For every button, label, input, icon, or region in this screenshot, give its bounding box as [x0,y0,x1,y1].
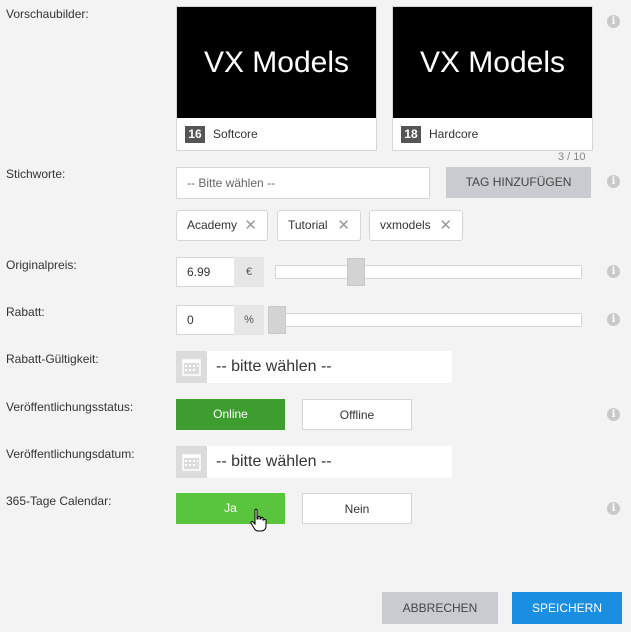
publish-date-label: Veröffentlichungsdatum: [6,447,135,461]
discount-validity-datepicker[interactable]: -- bitte wählen -- [176,351,452,383]
discount-label: Rabatt: [6,305,45,319]
rating-badge: 16 [185,126,205,143]
tag-label: Academy [187,218,238,232]
preview-label: Vorschaubilder: [6,7,89,21]
info-icon[interactable]: i [607,502,620,515]
close-icon[interactable]: ✕ [439,211,452,240]
calendar-icon[interactable] [176,446,207,478]
preview-image: VX Models [393,7,592,118]
calendar-icon[interactable] [176,351,207,383]
tag-label: vxmodels [380,218,431,232]
discount-slider[interactable] [275,313,582,327]
preview-card-softcore[interactable]: VX Models 16 Softcore [176,6,377,151]
hand-cursor-icon [250,508,268,539]
tag-chip: Academy ✕ [176,210,268,241]
info-icon[interactable]: i [607,408,620,421]
preview-image: VX Models [177,7,376,118]
percent-addon: % [234,305,264,335]
add-tag-button[interactable]: TAG HINZUFÜGEN [446,167,591,198]
close-icon[interactable]: ✕ [244,211,257,240]
info-icon[interactable]: i [607,313,620,326]
nein-toggle[interactable]: Nein [302,493,412,524]
discount-slider-handle[interactable] [268,306,286,334]
date-placeholder: -- bitte wählen -- [216,358,332,375]
ja-toggle[interactable]: Ja [176,493,285,524]
keyword-select[interactable]: -- Bitte wählen -- [176,167,430,199]
info-icon[interactable]: i [607,175,620,188]
discount-validity-label: Rabatt-Gültigkeit: [6,352,99,366]
publish-status-label: Veröffentlichungsstatus: [6,400,134,414]
rating-badge: 18 [401,126,421,143]
calendar-label: 365-Tage Calendar: [6,494,112,508]
price-input[interactable]: 6.99 [176,257,234,287]
tag-counter: 3 / 10 [558,151,586,163]
currency-addon: € [234,257,264,287]
tag-chip: vxmodels ✕ [369,210,463,241]
cancel-button[interactable]: ABBRECHEN [382,592,498,624]
info-icon[interactable]: i [607,15,620,28]
close-icon[interactable]: ✕ [337,211,350,240]
offline-toggle[interactable]: Offline [302,399,412,430]
publish-date-datepicker[interactable]: -- bitte wählen -- [176,446,452,478]
tag-label: Tutorial [288,218,328,232]
info-icon[interactable]: i [607,265,620,278]
date-placeholder: -- bitte wählen -- [216,453,332,470]
price-slider[interactable] [275,265,582,279]
keywords-label: Stichworte: [6,167,66,181]
original-price-label: Originalpreis: [6,258,77,272]
price-slider-handle[interactable] [347,258,365,286]
tag-chip: Tutorial ✕ [277,210,361,241]
discount-input[interactable]: 0 [176,305,234,335]
save-button[interactable]: SPEICHERN [512,592,622,624]
rating-label: Softcore [213,127,258,141]
online-toggle[interactable]: Online [176,399,285,430]
rating-label: Hardcore [429,127,479,141]
preview-card-hardcore[interactable]: VX Models 18 Hardcore [392,6,593,151]
